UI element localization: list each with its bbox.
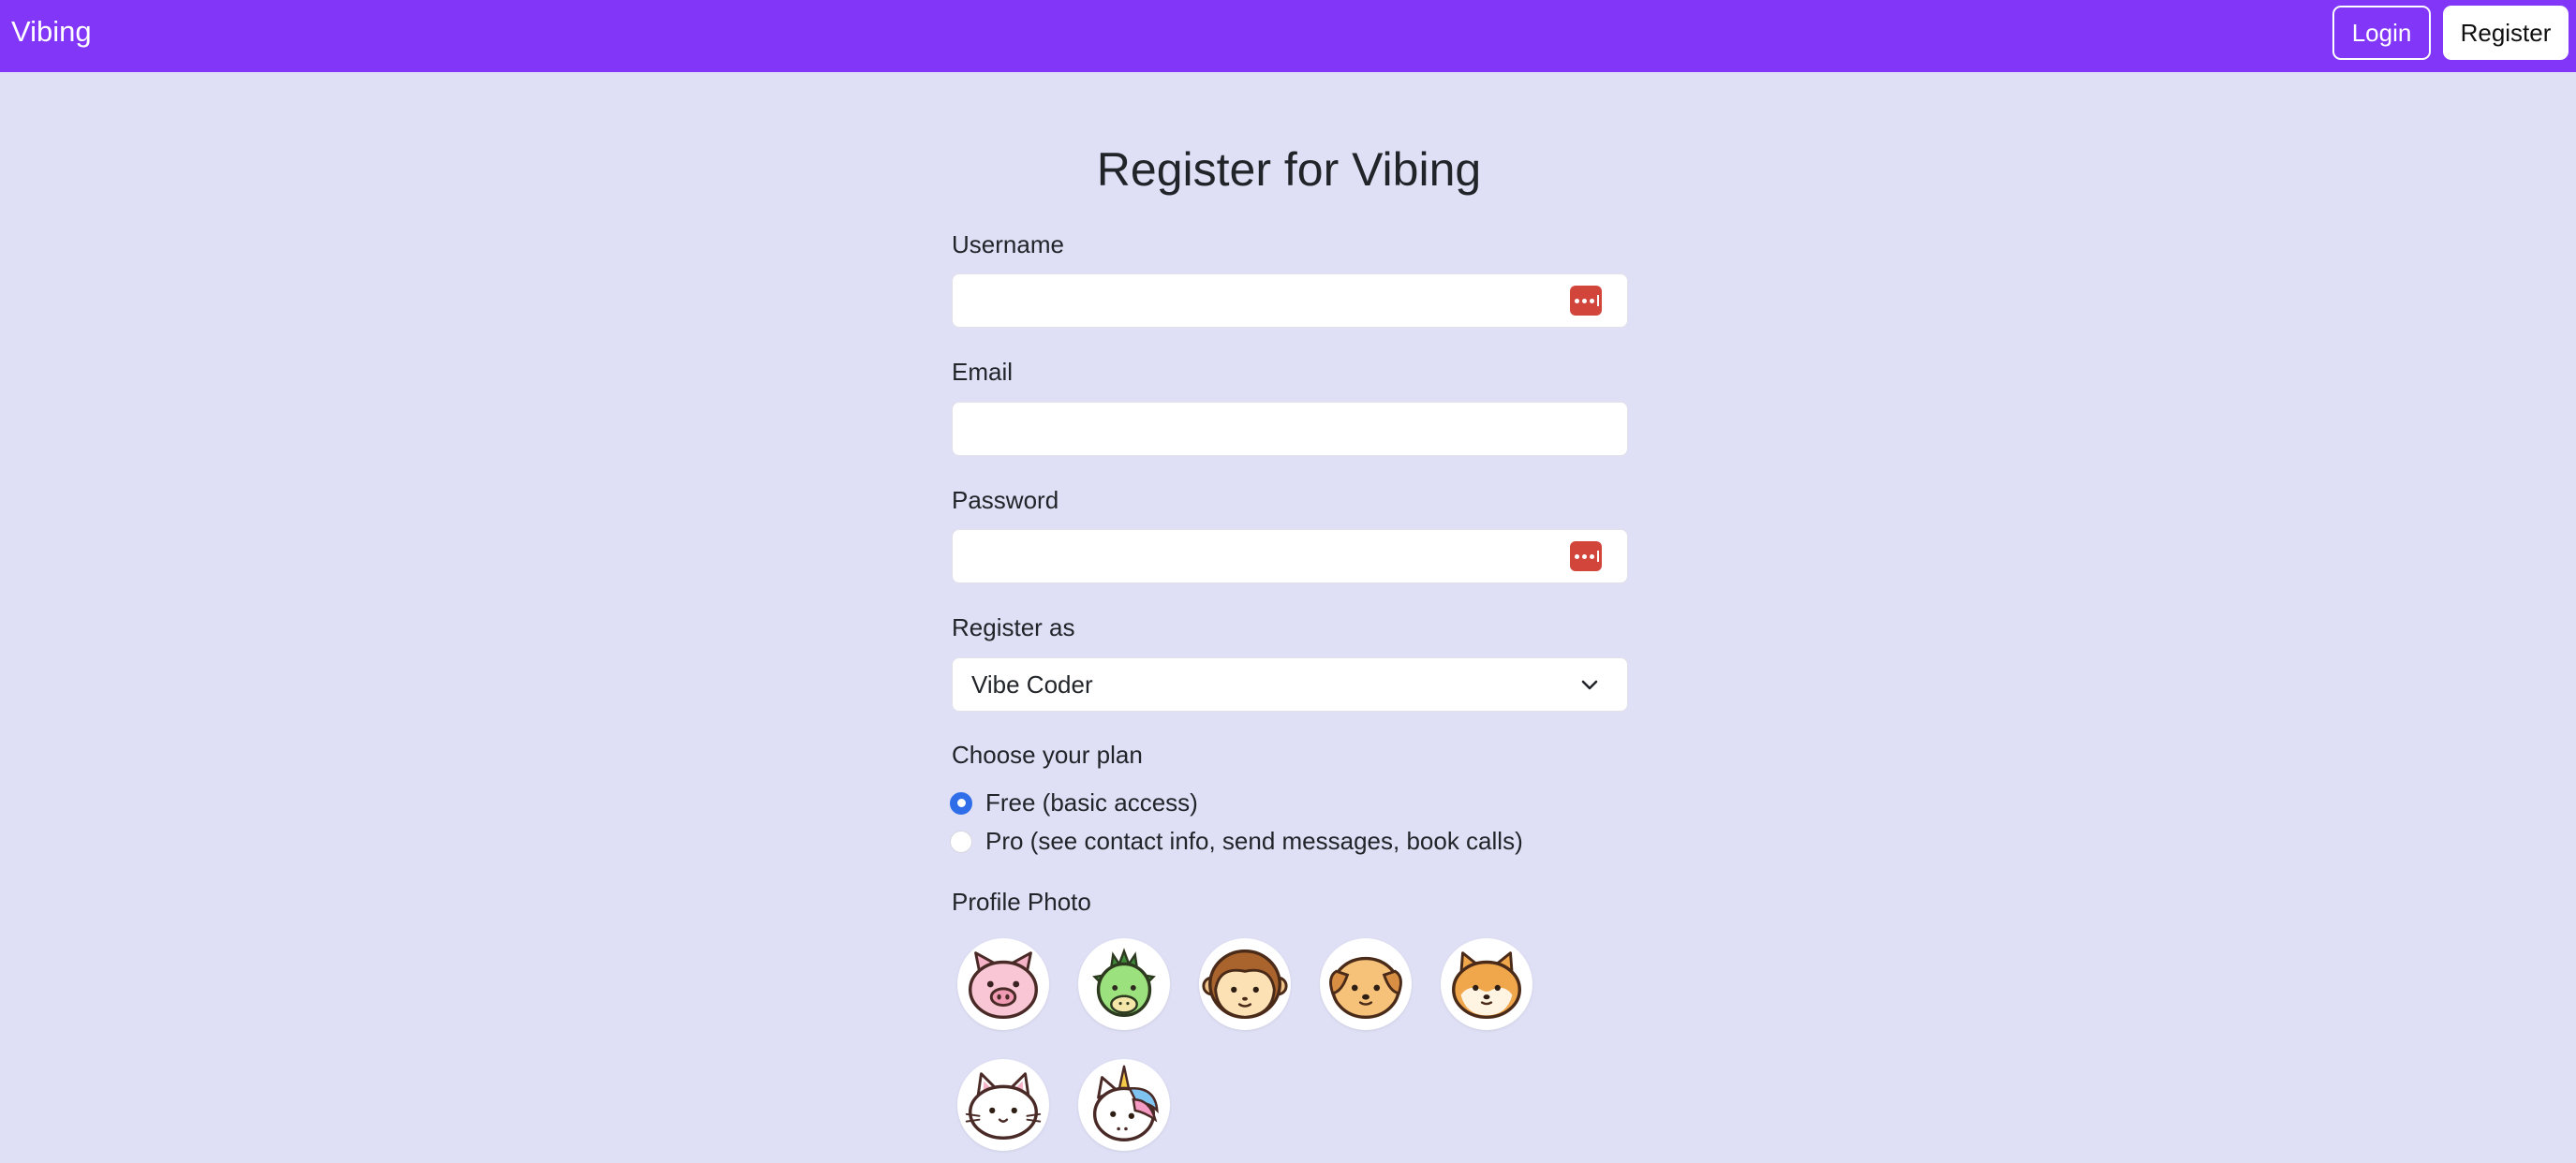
brand-logo[interactable]: Vibing xyxy=(11,15,92,49)
plan-pro-label: Pro (see contact info, send messages, bo… xyxy=(985,827,1523,855)
password-manager-icon[interactable] xyxy=(1570,541,1602,571)
top-navbar: Vibing Login Register xyxy=(0,0,2576,72)
username-input[interactable] xyxy=(952,273,1628,328)
username-label: Username xyxy=(952,230,1064,258)
dragon-avatar[interactable] xyxy=(1078,938,1170,1030)
password-label: Password xyxy=(952,486,1059,514)
monkey-avatar[interactable] xyxy=(1199,938,1291,1030)
dog-avatar[interactable] xyxy=(1320,938,1412,1030)
pig-avatar[interactable] xyxy=(957,938,1049,1030)
login-button[interactable]: Login xyxy=(2332,6,2431,60)
plan-free-label: Free (basic access) xyxy=(985,788,1198,817)
register-nav-button[interactable]: Register xyxy=(2443,6,2569,60)
role-select-value: Vibe Coder xyxy=(971,670,1093,699)
register-as-label: Register as xyxy=(952,613,1075,641)
page-title: Register for Vibing xyxy=(1096,143,1482,196)
email-label: Email xyxy=(952,358,1014,386)
profile-photo-label: Profile Photo xyxy=(952,888,1091,916)
email-input[interactable] xyxy=(952,402,1628,456)
unicorn-avatar[interactable] xyxy=(1078,1059,1170,1151)
password-manager-icon[interactable] xyxy=(1570,286,1602,316)
role-select[interactable]: Vibe Coder xyxy=(952,657,1628,712)
cat-avatar[interactable] xyxy=(957,1059,1049,1151)
plan-free-radio[interactable] xyxy=(950,791,972,815)
shiba-avatar[interactable] xyxy=(1441,938,1532,1030)
password-input[interactable] xyxy=(952,529,1628,583)
chevron-down-icon xyxy=(1581,680,1598,690)
plan-pro-radio[interactable] xyxy=(950,830,972,853)
plan-option-pro[interactable]: Pro (see contact info, send messages, bo… xyxy=(950,827,1523,856)
plan-option-free[interactable]: Free (basic access) xyxy=(950,788,1198,817)
plan-label: Choose your plan xyxy=(952,741,1143,769)
